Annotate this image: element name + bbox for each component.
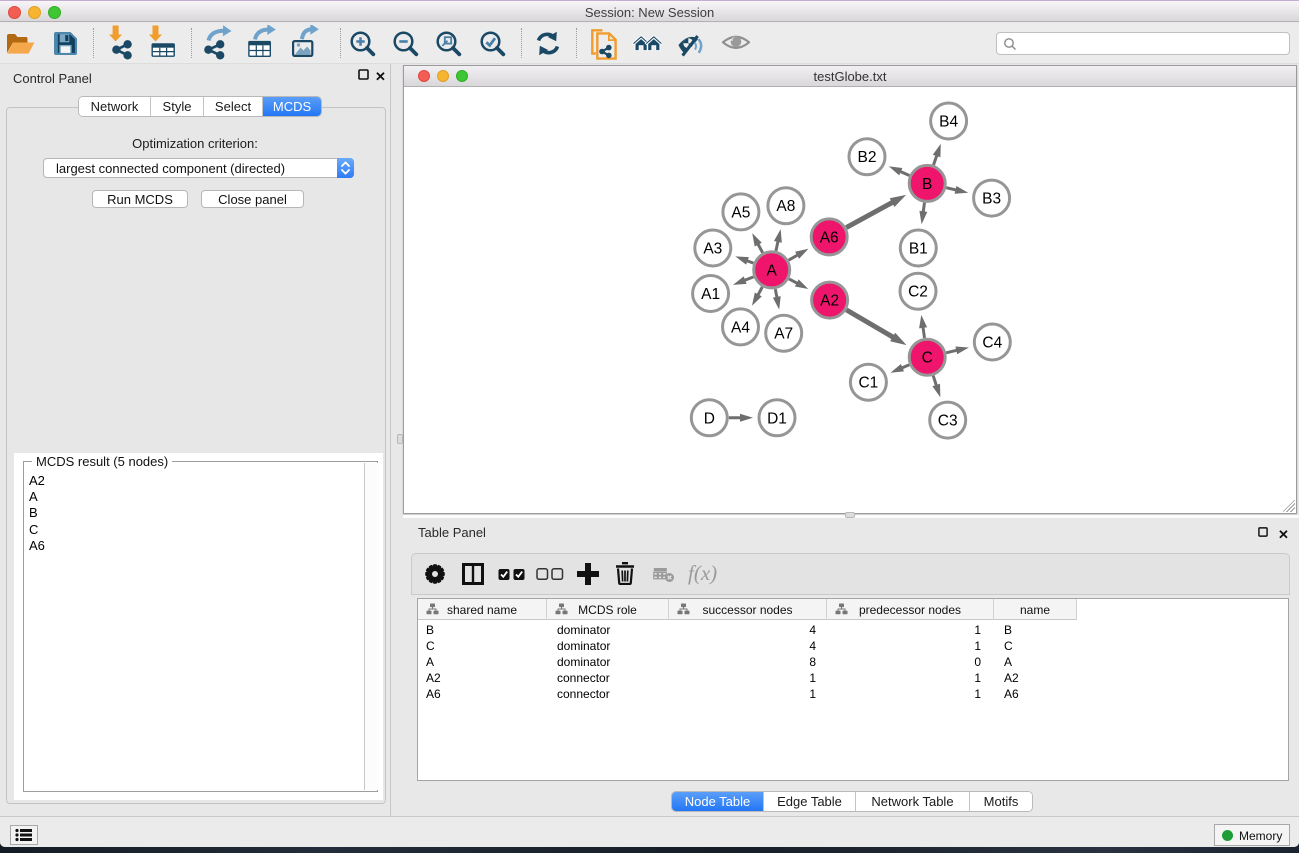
svg-text:B4: B4 — [939, 114, 958, 131]
svg-text:A2: A2 — [820, 293, 839, 310]
svg-text:A5: A5 — [731, 204, 750, 221]
svg-text:B1: B1 — [909, 241, 928, 258]
svg-text:A7: A7 — [774, 326, 793, 343]
svg-text:B3: B3 — [982, 191, 1001, 208]
svg-text:B2: B2 — [858, 149, 877, 166]
svg-text:A8: A8 — [776, 198, 795, 215]
svg-text:A: A — [767, 262, 778, 279]
svg-text:D: D — [704, 410, 715, 427]
svg-text:A4: A4 — [731, 319, 750, 336]
svg-text:C4: C4 — [982, 335, 1002, 352]
svg-text:A1: A1 — [701, 286, 720, 303]
svg-text:A6: A6 — [820, 229, 839, 246]
svg-text:C2: C2 — [908, 284, 928, 301]
svg-text:C: C — [922, 350, 933, 367]
svg-text:A3: A3 — [703, 241, 722, 258]
svg-text:C1: C1 — [858, 375, 878, 392]
svg-text:C3: C3 — [938, 413, 958, 430]
svg-text:D1: D1 — [767, 410, 787, 427]
svg-text:B: B — [922, 176, 932, 193]
